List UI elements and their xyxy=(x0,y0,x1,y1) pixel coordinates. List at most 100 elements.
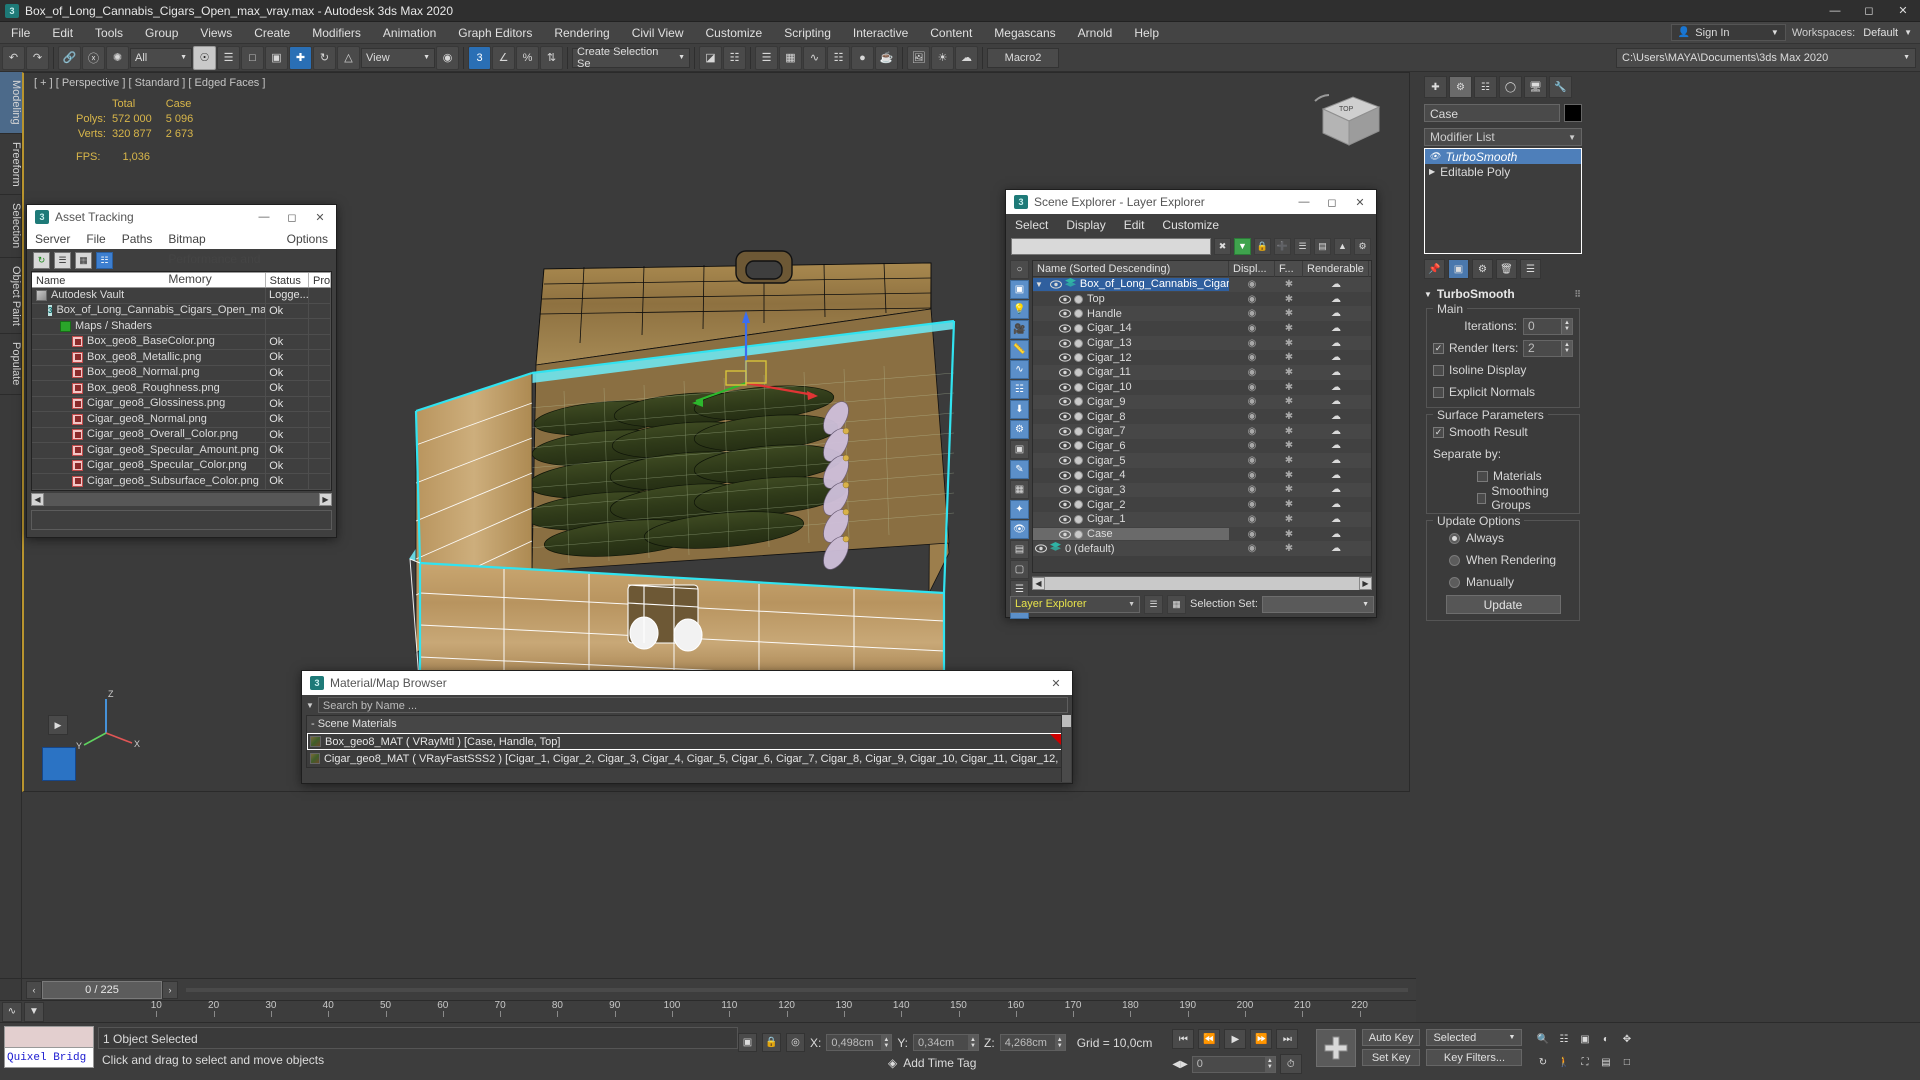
filter-hidden-icon[interactable]: ✦ xyxy=(1010,500,1029,519)
freeze-icon[interactable]: ✱ xyxy=(1285,470,1293,481)
se-col-renderable[interactable]: Renderable xyxy=(1303,261,1369,277)
filter-selection-icon[interactable]: ▢ xyxy=(1010,560,1029,579)
time-slider-handle[interactable]: 0 / 225 xyxy=(42,980,162,999)
display-cell[interactable]: ◉ xyxy=(1229,499,1275,510)
eye-icon[interactable] xyxy=(1059,294,1071,304)
set-keys-button[interactable] xyxy=(1315,1029,1356,1067)
update-when-rendering-radio[interactable] xyxy=(1449,554,1460,566)
align-icon[interactable]: ☷ xyxy=(723,45,746,70)
scrollbar-track[interactable] xyxy=(1045,576,1359,590)
render-iters-spinner[interactable]: 2 ▲ ▼ xyxy=(1523,339,1573,357)
asset-menu-bitmap-performance[interactable]: Bitmap Performance and Memory xyxy=(160,229,278,286)
menu-scripting[interactable]: Scripting xyxy=(773,22,842,44)
asset-tracking-maximize-button[interactable]: ◻ xyxy=(278,205,306,229)
se-menu-edit[interactable]: Edit xyxy=(1115,218,1154,232)
renderable-icon[interactable]: ☁ xyxy=(1331,426,1341,437)
add-time-tag-row[interactable]: ◈ Add Time Tag xyxy=(738,1056,1152,1070)
chevron-down-icon[interactable]: ▼ xyxy=(306,701,314,710)
renderable-cell[interactable]: ☁ xyxy=(1303,411,1369,422)
freeze-cell[interactable]: ✱ xyxy=(1275,484,1303,495)
freeze-cell[interactable]: ✱ xyxy=(1275,279,1303,290)
isoline-display-checkbox[interactable] xyxy=(1433,364,1444,376)
freeze-cell[interactable]: ✱ xyxy=(1275,308,1303,319)
detail-view-icon[interactable]: ▦ xyxy=(75,251,92,269)
menu-help[interactable]: Help xyxy=(1123,22,1170,44)
layer-view-icon[interactable]: ☰ xyxy=(1144,594,1163,614)
asset-table-row[interactable]: Cigar_geo8_Overall_Color.png Ok xyxy=(32,427,331,443)
freeze-cell[interactable]: ✱ xyxy=(1275,543,1303,554)
asset-menu-paths[interactable]: Paths xyxy=(114,229,161,249)
display-cell[interactable]: ◉ xyxy=(1229,426,1275,437)
se-col-name[interactable]: Name (Sorted Descending) xyxy=(1033,261,1229,277)
zoom-icon[interactable]: 🔍 xyxy=(1534,1031,1551,1048)
eye-icon[interactable] xyxy=(1059,397,1071,406)
add-layer-icon[interactable]: ➕ xyxy=(1274,237,1291,255)
menu-content[interactable]: Content xyxy=(919,22,983,44)
menu-edit[interactable]: Edit xyxy=(41,22,84,44)
filter-splines-icon[interactable]: ✎ xyxy=(1010,460,1029,479)
renderable-icon[interactable]: ☁ xyxy=(1331,308,1341,319)
asset-menu-server[interactable]: Server xyxy=(27,229,78,249)
eye-icon[interactable] xyxy=(1059,529,1071,539)
field-of-view-icon[interactable]: ◐ xyxy=(1597,1031,1614,1048)
asset-tracking-table[interactable]: Name Status Pro Autodesk Vault Logge... 3 B… xyxy=(31,271,332,491)
scene-explorer-row[interactable]: Top ◉ ✱ ☁ xyxy=(1033,291,1371,307)
asset-table-row[interactable]: Box_geo8_Metallic.png Ok xyxy=(32,350,331,366)
eye-icon[interactable] xyxy=(1059,441,1071,451)
filter-shapes-icon[interactable]: ▣ xyxy=(1010,280,1029,299)
spinner-arrows-icon[interactable]: ▲ ▼ xyxy=(1054,1035,1065,1050)
freeze-icon[interactable]: ✱ xyxy=(1285,529,1293,540)
asset-table-row[interactable]: Autodesk Vault Logge... xyxy=(32,288,331,304)
pan-icon[interactable]: ✥ xyxy=(1618,1031,1635,1048)
update-manually-row[interactable]: Manually xyxy=(1433,573,1573,591)
menu-customize[interactable]: Customize xyxy=(695,22,774,44)
menu-file[interactable]: File xyxy=(0,22,41,44)
asset-table-row[interactable]: Box_geo8_Normal.png Ok xyxy=(32,365,331,381)
curve-editor-icon[interactable]: ∿ xyxy=(803,45,826,70)
asset-tracking-close-button[interactable]: ✕ xyxy=(306,205,334,229)
auto-key-button[interactable]: Auto Key xyxy=(1361,1029,1421,1046)
next-frame-button[interactable]: › xyxy=(162,980,178,999)
filter-xrefs-icon[interactable]: ⬇ xyxy=(1010,400,1029,419)
filter-geometry-icon[interactable]: ○ xyxy=(1010,260,1029,279)
renderable-cell[interactable]: ☁ xyxy=(1303,470,1369,481)
object-name-field[interactable]: Case xyxy=(1424,104,1560,122)
select-by-name-icon[interactable]: ☰ xyxy=(217,45,240,70)
scene-explorer-tree[interactable]: Name (Sorted Descending) Displ... F... R… xyxy=(1032,260,1372,573)
freeze-cell[interactable]: ✱ xyxy=(1275,470,1303,481)
layer-explorer-icon[interactable]: ☰ xyxy=(755,45,778,70)
go-to-start-icon[interactable]: ⏮ xyxy=(1172,1029,1195,1049)
freeze-icon[interactable]: ✱ xyxy=(1285,455,1293,466)
display-cell[interactable]: ◉ xyxy=(1229,294,1275,305)
maximize-button[interactable]: ◻ xyxy=(1852,0,1886,22)
scene-explorer-row[interactable]: Cigar_1 ◉ ✱ ☁ xyxy=(1033,512,1371,527)
freeze-cell[interactable]: ✱ xyxy=(1275,411,1303,422)
menu-civil-view[interactable]: Civil View xyxy=(621,22,695,44)
tab-modify[interactable]: ⚙ xyxy=(1449,76,1472,98)
scene-explorer-title-bar[interactable]: 3 Scene Explorer - Layer Explorer — ◻ ✕ xyxy=(1006,190,1376,214)
display-cell[interactable]: ◉ xyxy=(1229,396,1275,407)
freeze-icon[interactable]: ✱ xyxy=(1285,352,1293,363)
asset-table-row[interactable]: Cigar_geo8_Specular_Amount.png Ok xyxy=(32,443,331,459)
freeze-cell[interactable]: ✱ xyxy=(1275,352,1303,363)
display-icon[interactable]: ◉ xyxy=(1248,396,1257,407)
redo-icon[interactable]: ↷ xyxy=(26,45,49,70)
render-production-icon[interactable]: ☀ xyxy=(931,45,954,70)
freeze-cell[interactable]: ✱ xyxy=(1275,338,1303,349)
object-color-dot[interactable] xyxy=(1074,485,1083,495)
renderable-icon[interactable]: ☁ xyxy=(1331,382,1341,393)
display-icon[interactable]: ◉ xyxy=(1248,514,1257,525)
scene-explorer-maximize-button[interactable]: ◻ xyxy=(1318,190,1346,214)
time-configuration-icon[interactable]: ⏱ xyxy=(1279,1054,1302,1074)
renderable-cell[interactable]: ☁ xyxy=(1303,499,1369,510)
asset-menu-options[interactable]: Options xyxy=(279,229,336,249)
eye-icon[interactable] xyxy=(1059,427,1071,436)
renderable-cell[interactable]: ☁ xyxy=(1303,367,1369,378)
asset-table-row[interactable]: 3 Box_of_Long_Cannabis_Cigars_Open_max...… xyxy=(32,303,331,319)
material-search-input[interactable]: Search by Name ... xyxy=(317,697,1068,713)
eye-icon[interactable] xyxy=(1059,500,1071,509)
lock-icon[interactable]: 🔒 xyxy=(1254,237,1271,255)
scene-explorer-row[interactable]: Cigar_13 ◉ ✱ ☁ xyxy=(1033,335,1371,351)
viewport-color-swatch[interactable] xyxy=(42,747,76,781)
eye-icon[interactable] xyxy=(1059,324,1071,333)
